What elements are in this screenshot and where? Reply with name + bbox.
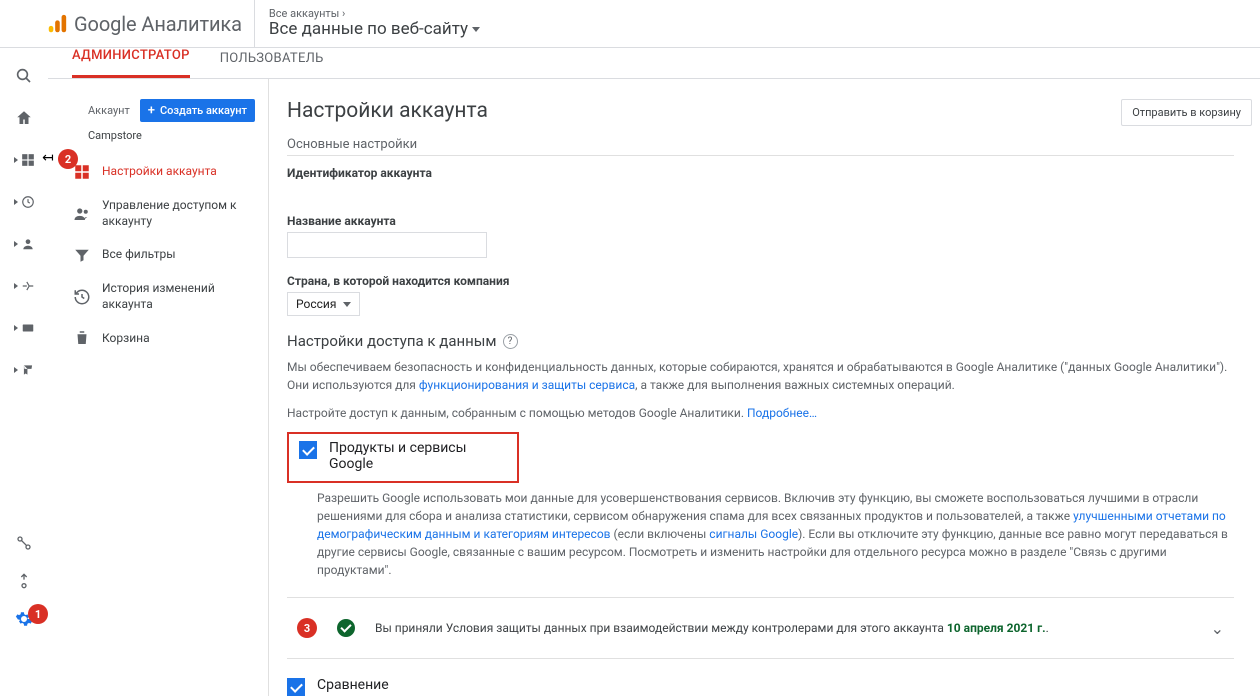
section-data-access: Настройки доступа к данным <box>287 332 497 350</box>
tab-admin[interactable]: АДМИНИСТРАТОР <box>72 48 190 78</box>
link-google-signals[interactable]: сигналы Google <box>709 527 798 541</box>
tab-bar: АДМИНИСТРАТОР ПОЛЬЗОВАТЕЛЬ <box>48 48 1260 79</box>
home-icon[interactable] <box>12 108 36 128</box>
link-service-protection[interactable]: функционирования и защиты сервиса <box>419 378 635 392</box>
caret-icon <box>14 241 18 247</box>
chevron-down-icon <box>472 27 480 32</box>
check-circle-icon <box>337 619 355 637</box>
account-id-label: Идентификатор аккаунта <box>287 166 1234 180</box>
country-label: Страна, в которой находится компания <box>287 274 1234 288</box>
admin-icon[interactable]: 1 <box>12 609 36 629</box>
nav-text: Все фильтры <box>102 247 254 263</box>
nav-access-management[interactable]: Управление доступом к аккаунту <box>58 190 262 237</box>
account-selector[interactable]: Все аккаунты › Все данные по веб-сайту <box>255 8 494 39</box>
create-account-button[interactable]: +Создать аккаунт <box>140 99 255 122</box>
chevron-down-icon <box>343 302 351 307</box>
account-label: Аккаунт <box>88 104 130 117</box>
page-title: Настройки аккаунта <box>287 99 1234 123</box>
link-learn-more[interactable]: Подробнее… <box>747 406 817 420</box>
brand[interactable]: Google Аналитика <box>8 0 255 47</box>
plus-icon: + <box>148 103 155 118</box>
nav-trash[interactable]: Корзина <box>58 320 262 356</box>
trash-icon <box>72 328 92 348</box>
account-name[interactable]: Campstore <box>88 129 262 142</box>
discover-icon[interactable] <box>12 571 36 591</box>
nav-text: Настройки аккаунта <box>102 164 254 180</box>
history-icon <box>72 287 92 307</box>
chevron-down-icon[interactable]: ⌄ <box>1211 619 1224 638</box>
audience-icon[interactable] <box>12 234 36 254</box>
section-basic: Основные настройки <box>287 137 1234 156</box>
caret-icon <box>14 199 18 205</box>
caret-icon <box>14 157 18 163</box>
view-name: Все данные по веб-сайту <box>269 19 468 39</box>
help-icon[interactable]: ? <box>503 334 518 349</box>
conversions-icon[interactable] <box>12 360 36 380</box>
nav-account-settings[interactable]: Настройки аккаунта <box>58 154 262 190</box>
nav-change-history[interactable]: История изменений аккаунта <box>58 273 262 320</box>
search-icon[interactable] <box>12 66 36 86</box>
nav-text: Управление доступом к аккаунту <box>102 198 254 229</box>
account-name-label: Название аккаунта <box>287 214 1234 228</box>
badge-1: 1 <box>28 604 48 624</box>
customization-icon[interactable] <box>12 150 36 170</box>
attribution-icon[interactable] <box>12 533 36 553</box>
settings-panel: Отправить в корзину Настройки аккаунта О… <box>268 79 1260 696</box>
header: Google Аналитика Все аккаунты › Все данн… <box>0 0 1260 48</box>
behavior-icon[interactable] <box>12 318 36 338</box>
acquisition-icon[interactable] <box>12 276 36 296</box>
checkbox-google-products[interactable] <box>299 441 317 459</box>
account-id-value <box>287 184 1234 198</box>
account-name-input[interactable] <box>287 232 487 258</box>
terms-text: Вы приняли Условия защиты данных при вза… <box>375 621 1049 635</box>
account-path: Все аккаунты › <box>269 8 480 19</box>
highlight-box: Продукты и сервисы Google <box>287 432 519 483</box>
checkbox-title: Сравнение <box>317 677 389 693</box>
move-to-trash-button[interactable]: Отправить в корзину <box>1121 99 1252 126</box>
back-icon[interactable]: ↤ <box>39 149 57 167</box>
checkbox-description: Разрешить Google использовать мои данные… <box>317 489 1234 579</box>
badge-3: 3 <box>297 618 317 638</box>
realtime-icon[interactable] <box>12 192 36 212</box>
nav-text: Корзина <box>102 331 254 347</box>
caret-icon <box>14 325 18 331</box>
account-sidebar: Аккаунт +Создать аккаунт Campstore ↤ 2 Н… <box>48 79 268 696</box>
caret-icon <box>14 367 18 373</box>
left-rail: 1 <box>0 48 48 643</box>
data-access-configure: Настройте доступ к данным, собранным с п… <box>287 404 1234 422</box>
country-select[interactable]: Россия <box>287 292 360 316</box>
badge-2: 2 <box>58 149 78 169</box>
analytics-logo-icon <box>46 13 68 35</box>
brand-text: Google Аналитика <box>74 12 242 36</box>
filter-icon <box>72 245 92 265</box>
nav-text: История изменений аккаунта <box>102 281 254 312</box>
caret-icon <box>14 283 18 289</box>
checkbox-benchmarking[interactable] <box>287 678 305 696</box>
checkbox-title: Продукты и сервисы Google <box>329 440 507 472</box>
tab-user[interactable]: ПОЛЬЗОВАТЕЛЬ <box>220 51 324 78</box>
data-access-intro: Мы обеспечиваем безопасность и конфиденц… <box>287 358 1234 394</box>
nav-all-filters[interactable]: Все фильтры <box>58 237 262 273</box>
people-icon <box>72 204 92 224</box>
terms-accepted-row[interactable]: 3 Вы приняли Условия защиты данных при в… <box>287 597 1234 659</box>
